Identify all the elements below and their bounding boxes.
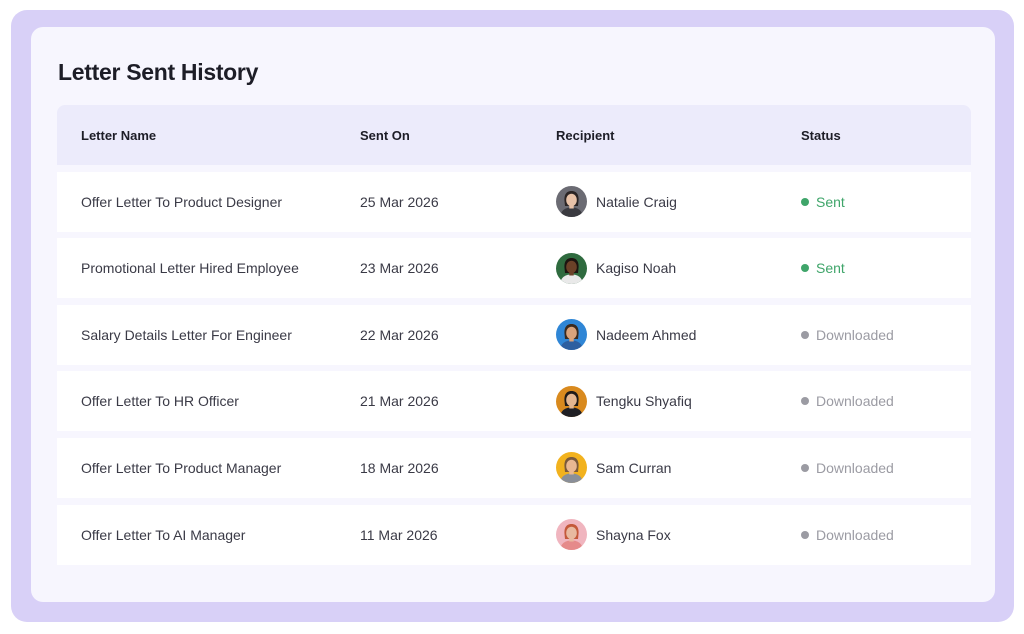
status-badge: Downloaded [816,526,894,543]
letter-name-cell: Promotional Letter Hired Employee [81,260,299,277]
status-dot-icon [801,530,809,539]
recipient-cell: Sam Curran [556,452,801,484]
header-recipient[interactable]: Recipient [556,128,801,143]
recipient-cell: Kagiso Noah [556,252,801,284]
status-cell: Downloaded [801,393,971,409]
table-row[interactable]: Offer Letter To HR Officer 21 Mar 2026 T… [57,371,971,432]
header-status[interactable]: Status [801,128,971,143]
avatar [556,186,587,218]
letter-history-card: Letter Sent History Letter Name Sent On … [31,27,995,602]
status-cell: Sent [801,260,971,276]
recipient-cell: Tengku Shyafiq [556,385,801,417]
recipient-name: Kagiso Noah [596,260,677,277]
avatar [556,452,587,484]
recipient-name: Sam Curran [596,459,672,476]
page-title: Letter Sent History [58,59,259,85]
letter-name-cell: Salary Details Letter For Engineer [81,326,292,343]
status-dot-icon [801,197,809,206]
table-row[interactable]: Offer Letter To Product Designer 25 Mar … [57,171,971,232]
sent-on-cell: 22 Mar 2026 [360,326,439,343]
status-dot-icon [801,397,809,406]
recipient-name: Natalie Craig [596,193,677,210]
header-sent-on[interactable]: Sent On [360,128,556,143]
recipient-name: Shayna Fox [596,526,671,543]
recipient-cell: Nadeem Ahmed [556,319,801,351]
avatar [556,319,587,351]
status-cell: Downloaded [801,460,971,476]
status-badge: Sent [816,260,845,277]
recipient-cell: Shayna Fox [556,519,801,551]
avatar [556,519,587,551]
sent-on-cell: 25 Mar 2026 [360,193,439,210]
letter-name-cell: Offer Letter To AI Manager [81,526,246,543]
table-row[interactable]: Salary Details Letter For Engineer 22 Ma… [57,304,971,365]
status-badge: Downloaded [816,393,894,410]
recipient-name: Tengku Shyafiq [596,393,692,410]
sent-on-cell: 21 Mar 2026 [360,393,439,410]
status-badge: Downloaded [816,326,894,343]
status-cell: Downloaded [801,327,971,343]
avatar [556,252,587,284]
sent-on-cell: 18 Mar 2026 [360,459,439,476]
letter-name-cell: Offer Letter To Product Manager [81,459,282,476]
table-row[interactable]: Offer Letter To AI Manager 11 Mar 2026 S… [57,504,971,565]
letter-name-cell: Offer Letter To Product Designer [81,193,283,210]
avatar [556,385,587,417]
table-row[interactable]: Promotional Letter Hired Employee 23 Mar… [57,238,971,299]
status-badge: Downloaded [816,459,894,476]
table-header-row: Letter Name Sent On Recipient Status [57,105,971,165]
table-body: Offer Letter To Product Designer 25 Mar … [57,171,971,565]
recipient-name: Nadeem Ahmed [596,326,697,343]
recipient-cell: Natalie Craig [556,186,801,218]
sent-on-cell: 11 Mar 2026 [360,526,438,543]
status-badge: Sent [816,193,845,210]
status-dot-icon [801,463,809,472]
status-cell: Downloaded [801,527,971,543]
status-dot-icon [801,264,809,273]
table-row[interactable]: Offer Letter To Product Manager 18 Mar 2… [57,437,971,498]
status-cell: Sent [801,194,971,210]
header-letter-name[interactable]: Letter Name [57,128,360,143]
sent-on-cell: 23 Mar 2026 [360,260,439,277]
status-dot-icon [801,330,809,339]
letter-history-table: Letter Name Sent On Recipient Status Off… [57,105,971,565]
letter-name-cell: Offer Letter To HR Officer [81,393,239,410]
